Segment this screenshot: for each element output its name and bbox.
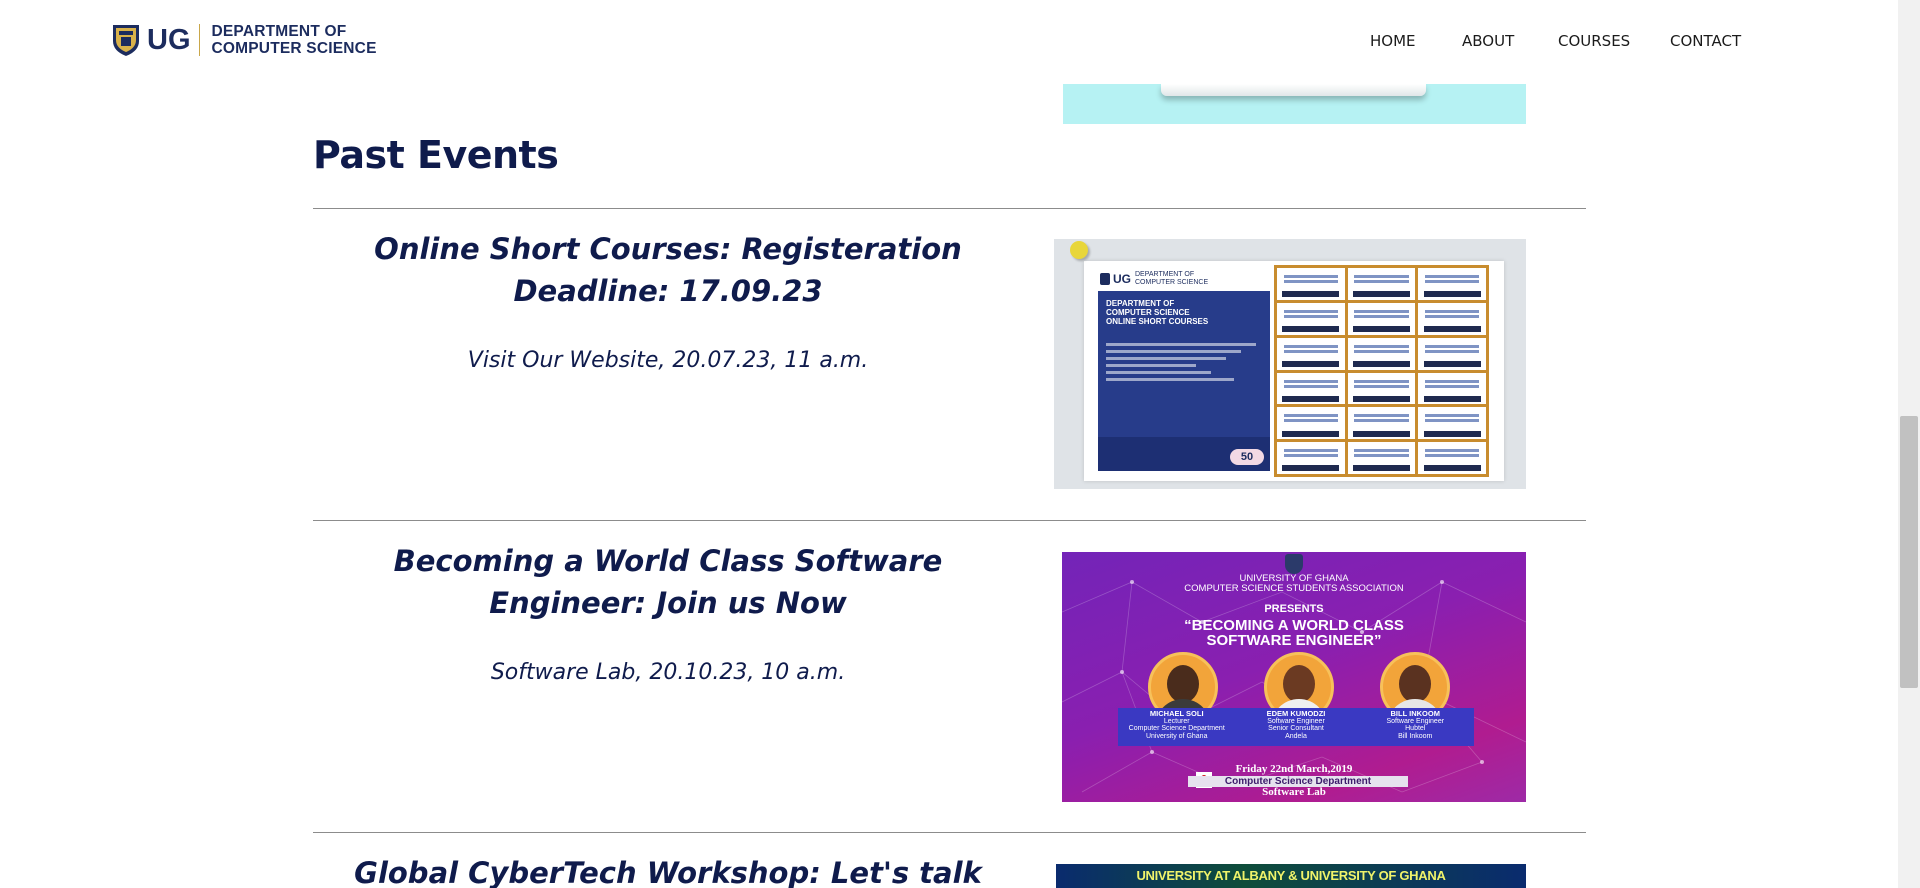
- flyer-blue-title: DEPARTMENT OF COMPUTER SCIENCE ONLINE SH…: [1106, 299, 1208, 326]
- nav-about-link[interactable]: ABOUT: [1462, 32, 1514, 50]
- nav-courses-link[interactable]: COURSES: [1558, 32, 1630, 50]
- flyer-blue-title-2: COMPUTER SCIENCE: [1106, 308, 1190, 317]
- flyer-dept-line1: DEPARTMENT OF: [1135, 271, 1195, 278]
- flyer-date: Friday 22nd March,2019: [1235, 763, 1353, 775]
- site-logo[interactable]: UG DEPARTMENT OF COMPUTER SCIENCE: [111, 22, 377, 58]
- speaker-org: Andela: [1285, 732, 1307, 740]
- event-flyer-short-courses: UG DEPARTMENT OF COMPUTER SCIENCE DEPART…: [1054, 239, 1526, 489]
- event-title: Online Short Courses: Registeration Dead…: [374, 232, 962, 308]
- divider: [313, 208, 1586, 209]
- logo-initials: UG: [147, 23, 191, 56]
- nav-contact-link[interactable]: CONTACT: [1670, 32, 1741, 50]
- speaker-org: University of Ghana: [1145, 732, 1208, 740]
- flyer-price-badge: 50: [1230, 449, 1264, 465]
- section-title: Past Events: [313, 133, 559, 177]
- event-title: Global CyberTech Workshop: Let's talk: [354, 856, 982, 888]
- logo-dept-line1: DEPARTMENT OF: [211, 23, 347, 40]
- speaker-role: Software Engineer: [1386, 717, 1445, 725]
- nav-home-link[interactable]: HOME: [1370, 32, 1416, 50]
- speaker-role: Software Engineer: [1267, 717, 1325, 725]
- scrollbar-thumb[interactable]: [1900, 416, 1918, 688]
- navbar: UG DEPARTMENT OF COMPUTER SCIENCE HOME A…: [0, 0, 1898, 84]
- logo-dept-line2: COMPUTER SCIENCE: [211, 40, 377, 57]
- speaker-org: Hubtel: [1405, 725, 1426, 732]
- speaker-name: MICHAEL SOLI: [1149, 709, 1204, 718]
- event-title: Becoming a World Class Software Engineer…: [393, 544, 943, 620]
- flyer-blue-text-lines: [1106, 343, 1256, 385]
- flyer-header: UG DEPARTMENT OF COMPUTER SCIENCE: [1100, 271, 1208, 287]
- flyer-blue-title-1: DEPARTMENT OF: [1106, 299, 1175, 308]
- speaker-names-band: MICHAEL SOLI Lecturer Computer Science D…: [1118, 708, 1474, 746]
- previous-image-shade: [1161, 84, 1426, 96]
- flyer-crest-icon: [1100, 273, 1110, 285]
- flyer-blue-title-3: ONLINE SHORT COURSES: [1106, 317, 1209, 326]
- flyer-venue: Software Lab: [1262, 786, 1326, 798]
- ug-crest-icon: [113, 25, 139, 56]
- event-flyer-software-engineer: UNIVERSITY OF GHANA COMPUTER SCIENCE STU…: [1062, 552, 1526, 802]
- event-flyer-cybertech: UNIVERSITY AT ALBANY & UNIVERSITY OF GHA…: [1056, 864, 1526, 888]
- logo-divider: [198, 24, 200, 56]
- flyer-organizer: UNIVERSITY OF GHANA COMPUTER SCIENCE STU…: [1062, 574, 1526, 594]
- speaker-org: Computer Science Department: [1128, 725, 1225, 732]
- speaker-org: Senior Consultant: [1268, 725, 1324, 732]
- speaker-credit: BILL INKOOM Software Engineer Hubtel Bil…: [1357, 710, 1474, 740]
- flyer-blue-panel: DEPARTMENT OF COMPUTER SCIENCE ONLINE SH…: [1098, 291, 1270, 471]
- speaker-role: Lecturer: [1163, 717, 1190, 725]
- speaker-name: EDEM KUMODZI: [1266, 709, 1326, 718]
- ug-crest-icon: [1285, 554, 1303, 574]
- event-meta: Visit Our Website, 20.07.23, 11 a.m.: [467, 348, 869, 373]
- flyer-paper: UG DEPARTMENT OF COMPUTER SCIENCE DEPART…: [1084, 261, 1504, 481]
- flyer-presents: PRESENTS: [1264, 603, 1324, 615]
- flyer-course-grid: [1274, 265, 1489, 477]
- flyer-dept-line2: COMPUTER SCIENCE: [1135, 279, 1209, 286]
- divider: [313, 832, 1586, 833]
- flyer-organizer-line2: COMPUTER SCIENCE STUDENTS ASSOCIATION: [1184, 583, 1404, 594]
- event-meta: Software Lab, 20.10.23, 10 a.m.: [490, 660, 846, 685]
- pushpin-icon: [1070, 241, 1088, 259]
- speaker-credit: EDEM KUMODZI Software Engineer Senior Co…: [1237, 710, 1354, 740]
- speaker-credit: MICHAEL SOLI Lecturer Computer Science D…: [1118, 710, 1235, 740]
- logo-department: DEPARTMENT OF COMPUTER SCIENCE: [212, 23, 377, 57]
- flyer-headline-line1: “BECOMING A WORLD CLASS: [1184, 617, 1404, 634]
- flyer-ug-text: UG: [1113, 272, 1131, 286]
- page: UG DEPARTMENT OF COMPUTER SCIENCE HOME A…: [0, 0, 1920, 888]
- speaker-org: Bill Inkoom: [1398, 732, 1433, 740]
- speaker-name: BILL INKOOM: [1390, 709, 1440, 718]
- flyer-headline-line2: SOFTWARE ENGINEER”: [1206, 632, 1382, 649]
- previous-event-image: [1063, 84, 1526, 124]
- divider: [313, 520, 1586, 521]
- flyer-banner-text: UNIVERSITY AT ALBANY & UNIVERSITY OF GHA…: [1136, 868, 1446, 883]
- flyer-dept-text: DEPARTMENT OF COMPUTER SCIENCE: [1135, 271, 1208, 287]
- flyer-headline: “BECOMING A WORLD CLASS SOFTWARE ENGINEE…: [1062, 618, 1526, 648]
